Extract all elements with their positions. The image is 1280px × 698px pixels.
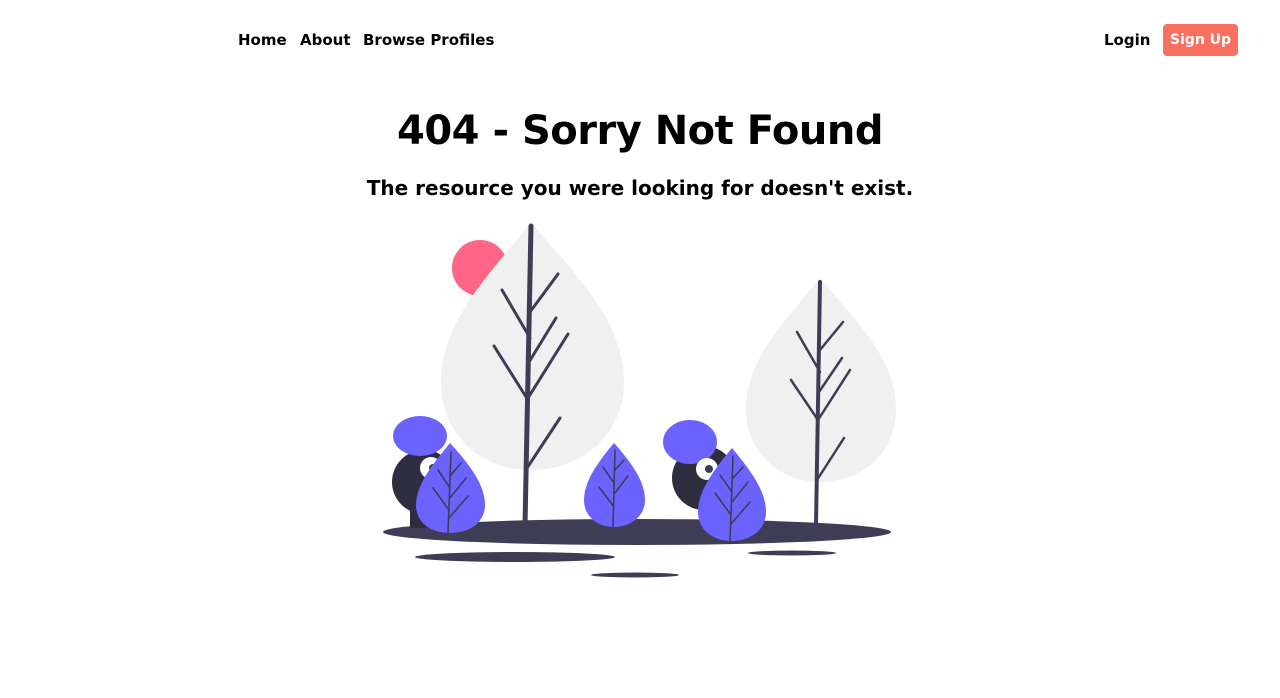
ground-puddle-right: [748, 550, 836, 556]
signup-button[interactable]: Sign Up: [1163, 24, 1238, 56]
nav-browse-profiles-link[interactable]: Browse Profiles: [363, 30, 494, 50]
nav-login-link[interactable]: Login: [1104, 30, 1150, 50]
top-navbar: Home About Browse Profiles Login Sign Up: [0, 0, 1280, 80]
nav-about-link[interactable]: About: [300, 30, 351, 50]
nav-home-link[interactable]: Home: [238, 30, 287, 50]
ground-puddle-middle: [591, 572, 679, 578]
ground-puddle-left: [415, 552, 615, 562]
middle-bush-leaf: [584, 443, 645, 528]
page-subtitle: The resource you were looking for doesn'…: [366, 176, 914, 200]
page-title: 404 - Sorry Not Found: [397, 108, 883, 154]
not-found-illustration: [383, 222, 896, 578]
